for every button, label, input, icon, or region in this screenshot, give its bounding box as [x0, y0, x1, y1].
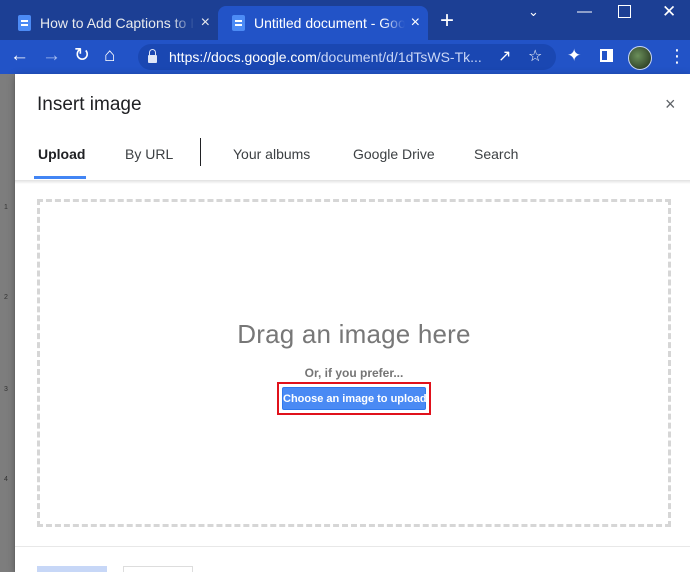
home-icon[interactable]: ⌂ [104, 45, 115, 67]
drag-image-text: Drag an image here [237, 319, 471, 349]
insert-image-tabs: Upload By URL Your albums Google Drive S… [15, 138, 690, 180]
image-drop-zone[interactable]: Drag an image here Or, if you prefer... … [37, 199, 671, 527]
tabs-divider [15, 180, 690, 184]
tab-upload[interactable]: Upload [38, 146, 85, 162]
minimize-icon[interactable]: — [577, 3, 592, 21]
browser-tab-strip: How to Add Captions to Ima × Untitled do… [0, 0, 690, 40]
tab-close-icon[interactable]: × [201, 14, 210, 32]
reload-icon[interactable]: ↻ [74, 45, 90, 67]
ruler-mark: 2 [4, 294, 8, 301]
footer-divider [15, 546, 690, 547]
url-host: https://docs.google.com [169, 49, 317, 65]
url-path: /document/d/1dTsWS-Tk... [316, 49, 482, 65]
side-panel-icon[interactable] [600, 49, 613, 62]
tab-close-icon[interactable]: × [411, 14, 420, 32]
share-icon[interactable]: ↗ [498, 46, 511, 66]
choose-image-upload-button[interactable]: Choose an image to upload [282, 387, 427, 410]
window-close-icon[interactable]: ✕ [662, 3, 676, 21]
vertical-ruler: 1 2 3 4 [0, 74, 14, 572]
browser-toolbar: ← → ↻ ⌂ https://docs.google.com/document… [0, 40, 690, 74]
ruler-mark: 3 [4, 386, 8, 393]
bookmark-star-icon[interactable]: ☆ [528, 46, 542, 66]
ruler-mark: 4 [4, 476, 8, 483]
upload-button-highlight: Choose an image to upload [277, 382, 431, 415]
maximize-icon[interactable] [618, 5, 631, 18]
tab-title: How to Add Captions to Ima [40, 15, 195, 31]
forward-arrow-icon[interactable]: → [42, 45, 61, 67]
select-button[interactable] [37, 566, 107, 572]
insert-image-dialog: Insert image × Upload By URL Your albums… [15, 74, 690, 572]
selected-tab-indicator [34, 176, 86, 179]
tab-google-drive[interactable]: Google Drive [353, 146, 435, 162]
tab-your-albums[interactable]: Your albums [233, 146, 310, 162]
alternative-text: Or, if you prefer... [304, 366, 404, 380]
tab-divider [200, 138, 201, 166]
close-icon[interactable]: × [665, 94, 676, 115]
profile-avatar[interactable] [628, 46, 652, 70]
tab-search-chevron-icon[interactable]: ⌄ [528, 3, 539, 21]
browser-tab-captions[interactable]: How to Add Captions to Ima × [4, 6, 218, 40]
docs-icon [18, 15, 31, 31]
address-bar[interactable]: https://docs.google.com/document/d/1dTsW… [138, 44, 556, 70]
cancel-button[interactable] [123, 566, 193, 572]
back-arrow-icon[interactable]: ← [10, 45, 29, 67]
browser-tab-untitled-document[interactable]: Untitled document - Google × [218, 6, 428, 40]
tab-search[interactable]: Search [474, 146, 518, 162]
tab-by-url[interactable]: By URL [125, 146, 173, 162]
menu-kebab-icon[interactable]: ⋮ [668, 46, 686, 66]
dialog-title: Insert image [37, 94, 142, 115]
lock-icon [148, 49, 157, 63]
new-tab-button[interactable]: + [440, 8, 454, 34]
docs-icon [232, 15, 245, 31]
url-text: https://docs.google.com/document/d/1dTsW… [169, 49, 489, 65]
ruler-mark: 1 [4, 204, 8, 211]
tab-title: Untitled document - Google [254, 15, 405, 31]
extensions-puzzle-icon[interactable]: ✦ [567, 46, 581, 66]
